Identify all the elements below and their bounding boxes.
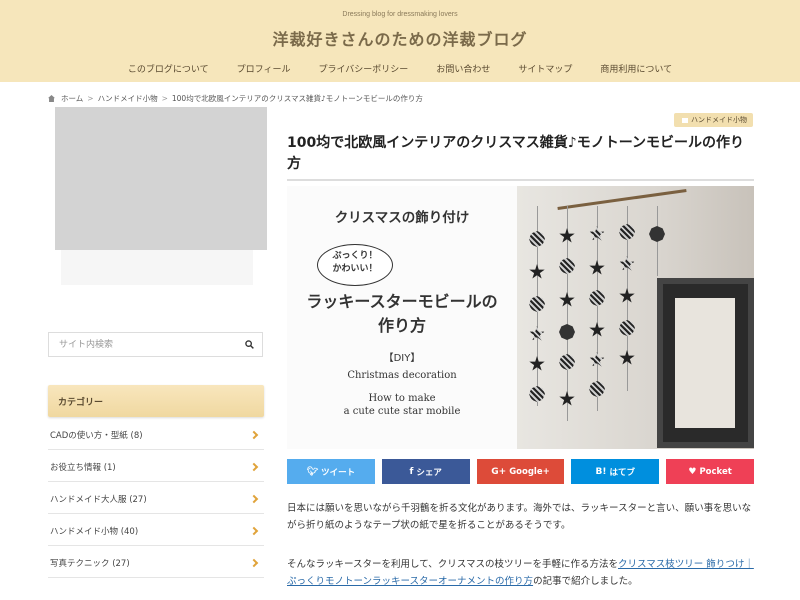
site-tagline: Dressing blog for dressmaking lovers bbox=[342, 11, 458, 18]
category-label: ハンドメイド大人服 (27) bbox=[50, 494, 147, 505]
nav-item-profile[interactable]: プロフィール bbox=[223, 62, 305, 75]
star-ornament bbox=[619, 320, 635, 336]
star-ornament bbox=[559, 354, 575, 370]
pocket-share-button[interactable]: ♥ Pocket bbox=[666, 459, 754, 484]
share-buttons: 🐦︎ ツイート f シェア G+ Google+ B! はてブ ♥ Pocket bbox=[287, 459, 754, 484]
breadcrumb-separator: > bbox=[161, 94, 168, 103]
site-title[interactable]: 洋裁好きさんのための洋裁ブログ bbox=[0, 26, 800, 50]
breadcrumb-separator: > bbox=[87, 94, 94, 103]
chevron-right-icon bbox=[249, 430, 259, 439]
article-hero-image: クリスマスの飾り付け ぷっくり！ かわいい！ ラッキースターモビールの 作り方 … bbox=[287, 186, 754, 449]
article-title: 100均で北欧風インテリアのクリスマス雑貨♪モノトーンモビールの作り方 bbox=[287, 135, 745, 172]
facebook-share-label: シェア bbox=[416, 467, 442, 478]
hero-english-line-2: a cute cute star mobile bbox=[343, 406, 461, 417]
google-plus-share-button[interactable]: G+ Google+ bbox=[476, 459, 565, 484]
facebook-share-button[interactable]: f シェア bbox=[381, 459, 470, 484]
star-ornament bbox=[529, 386, 545, 402]
breadcrumb-home[interactable]: ホーム bbox=[61, 93, 83, 104]
twitter-bird-icon: 🐦︎ bbox=[306, 466, 319, 477]
picture-frame-inner bbox=[675, 298, 735, 428]
search-icon[interactable] bbox=[245, 340, 254, 349]
breadcrumb-current: 100均で北欧風インテリアのクリスマス雑貨♪モノトーンモビールの作り方 bbox=[171, 94, 423, 103]
category-label: ハンドメイド小物 (40) bbox=[50, 526, 139, 537]
hero-main-line-1: ラッキースターモビールの bbox=[306, 292, 498, 311]
article-paragraph-1: 日本には願いを思いながら千羽鶴を折る文化があります。海外では、ラッキースターと言… bbox=[287, 503, 752, 531]
twitter-share-label: ツイート bbox=[321, 467, 356, 478]
hero-english-subtitle: How to make a cute cute star mobile bbox=[287, 392, 517, 418]
category-item-cad[interactable]: CADの使い方・型紙 (8) bbox=[48, 420, 264, 450]
star-ornament bbox=[529, 231, 545, 247]
hero-english-line-1: How to make bbox=[368, 393, 436, 404]
hero-main-line-2: 作り方 bbox=[377, 316, 426, 335]
nav-item-about[interactable]: このブログについて bbox=[114, 62, 223, 75]
breadcrumb-category[interactable]: ハンドメイド小物 bbox=[98, 93, 158, 104]
google-plus-icon: G+ bbox=[491, 466, 507, 477]
folder-icon bbox=[682, 117, 688, 123]
category-item-photo[interactable]: 写真テクニック (27) bbox=[48, 548, 264, 578]
hero-heading: クリスマスの飾り付け bbox=[334, 210, 470, 226]
category-label: CADの使い方・型紙 (8) bbox=[50, 430, 143, 441]
category-item-tips[interactable]: お役立ち情報 (1) bbox=[48, 452, 264, 482]
article-category-tag[interactable]: ハンドメイド小物 bbox=[674, 113, 753, 127]
breadcrumb: ホーム > ハンドメイド小物 > 100均で北欧風インテリアのクリスマス雑貨♪モ… bbox=[48, 93, 423, 104]
chevron-right-icon bbox=[249, 526, 259, 535]
nav-item-sitemap[interactable]: サイトマップ bbox=[504, 62, 586, 75]
category-list: CADの使い方・型紙 (8) お役立ち情報 (1) ハンドメイド大人服 (27)… bbox=[48, 420, 264, 580]
article-category-label: ハンドメイド小物 bbox=[691, 116, 747, 124]
bubble-line-1: ぷっくり！ bbox=[332, 251, 378, 261]
categories-heading: カテゴリー bbox=[48, 385, 264, 417]
paragraph-2-prefix: そんなラッキースターを利用して、クリスマスの枝ツリーを手軽に作る方法を bbox=[287, 559, 618, 570]
facebook-f-icon: f bbox=[409, 466, 414, 477]
chevron-right-icon bbox=[249, 558, 259, 567]
mobile-branch bbox=[557, 188, 687, 211]
star-ornament bbox=[529, 296, 545, 312]
article-paragraph-2: そんなラッキースターを利用して、クリスマスの枝ツリーを手軽に作る方法をクリスマス… bbox=[287, 556, 755, 590]
hatena-b-icon: B! bbox=[595, 466, 607, 477]
main-nav: このブログについて プロフィール プライバシーポリシー お問い合わせ サイトマッ… bbox=[0, 62, 800, 75]
hero-photo bbox=[517, 186, 754, 449]
hero-main-title: ラッキースターモビールの 作り方 bbox=[287, 290, 517, 338]
nav-item-contact[interactable]: お問い合わせ bbox=[422, 62, 504, 75]
category-label: お役立ち情報 (1) bbox=[50, 462, 116, 473]
google-plus-share-label: Google+ bbox=[509, 466, 550, 477]
pocket-icon: ♥ bbox=[688, 466, 697, 477]
category-label: 写真テクニック (27) bbox=[50, 558, 130, 569]
star-ornament bbox=[619, 224, 635, 240]
hatena-share-label: はてブ bbox=[609, 467, 636, 478]
hero-english-title: Christmas decoration bbox=[347, 370, 457, 381]
bubble-line-2: かわいい！ bbox=[332, 264, 378, 274]
star-ornament bbox=[589, 381, 605, 397]
paragraph-2-suffix: の記事で紹介しました。 bbox=[533, 576, 638, 587]
site-search bbox=[48, 332, 263, 357]
hatena-bookmark-button[interactable]: B! はてブ bbox=[571, 459, 660, 484]
twitter-share-button[interactable]: 🐦︎ ツイート bbox=[287, 459, 375, 484]
sidebar-ad-placeholder bbox=[55, 107, 267, 250]
nav-item-privacy[interactable]: プライバシーポリシー bbox=[304, 62, 422, 75]
search-input[interactable] bbox=[49, 333, 239, 356]
star-ornament bbox=[559, 258, 575, 274]
nav-item-commercial[interactable]: 商用利用について bbox=[586, 62, 686, 75]
sidebar-ad-shadow bbox=[61, 250, 253, 285]
speech-bubble-text: ぷっくり！ かわいい！ bbox=[317, 250, 393, 276]
category-item-adult-clothes[interactable]: ハンドメイド大人服 (27) bbox=[48, 484, 264, 514]
star-ornament bbox=[649, 226, 665, 242]
category-item-handmade-goods[interactable]: ハンドメイド小物 (40) bbox=[48, 516, 264, 546]
picture-frame bbox=[657, 278, 754, 448]
hero-diy-label: 【DIY】 bbox=[383, 353, 421, 364]
star-ornament bbox=[589, 290, 605, 306]
star-ornament bbox=[559, 324, 575, 340]
pocket-share-label: Pocket bbox=[699, 466, 732, 477]
chevron-right-icon bbox=[249, 462, 259, 471]
home-icon bbox=[48, 95, 55, 102]
chevron-right-icon bbox=[249, 494, 259, 503]
title-divider bbox=[287, 179, 754, 181]
site-header: Dressing blog for dressmaking lovers 洋裁好… bbox=[0, 0, 800, 82]
